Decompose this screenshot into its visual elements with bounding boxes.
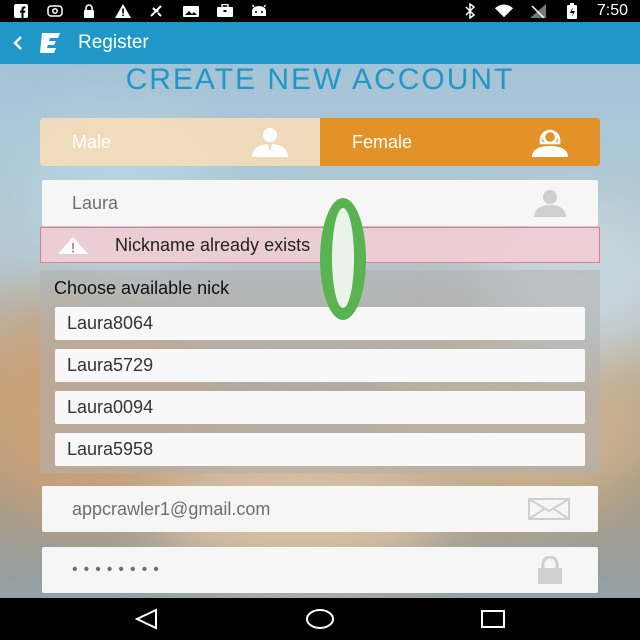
battery-icon — [563, 3, 581, 19]
email-input[interactable] — [72, 498, 512, 520]
signal-icon — [529, 4, 547, 18]
gender-female-label: Female — [352, 131, 413, 152]
touch-indicator — [320, 198, 366, 320]
navigation-bar — [0, 598, 640, 640]
email-field[interactable] — [42, 486, 598, 532]
gender-male-button[interactable]: Male — [40, 118, 320, 166]
app-logo-icon — [40, 33, 60, 53]
app-logo[interactable] — [36, 28, 66, 58]
warning-icon — [114, 4, 132, 18]
warning-icon — [58, 237, 88, 254]
nickname-suggestion-item[interactable]: Laura5958 — [55, 433, 585, 466]
status-bar-notifications — [12, 4, 268, 18]
briefcase-icon — [216, 4, 234, 18]
nickname-input[interactable] — [72, 192, 512, 214]
password-input[interactable]: •••••••• — [72, 561, 165, 579]
status-bar: 7:50 — [0, 0, 640, 22]
nav-back-button[interactable] — [127, 599, 167, 639]
nav-home-button[interactable] — [300, 599, 340, 639]
person-icon — [534, 190, 566, 217]
envelope-icon — [528, 498, 570, 520]
nickname-error-text: Nickname already exists — [115, 234, 311, 255]
page-title: CREATE NEW ACCOUNT — [125, 63, 515, 96]
nickname-suggestions-label: Choose available nick — [54, 278, 230, 298]
home-circle-icon — [305, 609, 334, 629]
satellite-icon — [148, 4, 166, 18]
nickname-suggestion-item[interactable]: Laura0094 — [55, 391, 585, 424]
gender-selector: Male Female — [40, 118, 600, 166]
facebook-icon — [12, 4, 30, 18]
register-form: CREATE NEW ACCOUNT Male Female Laura Nic… — [0, 64, 640, 598]
nickname-field[interactable] — [42, 180, 598, 226]
nickname-suggestions-panel: Choose available nick Laura8064 Laura572… — [40, 270, 600, 473]
instagram-icon — [46, 4, 64, 18]
action-bar: Register — [0, 22, 640, 64]
bluetooth-icon — [461, 3, 479, 19]
android-icon — [250, 4, 268, 18]
action-bar-title: Register — [78, 32, 149, 53]
gender-male-label: Male — [72, 131, 112, 152]
female-avatar-icon — [532, 129, 568, 157]
lock-icon — [538, 556, 562, 584]
status-bar-time: 7:50 — [596, 2, 628, 19]
nickname-suggestion-item[interactable]: Laura5729 — [55, 349, 585, 382]
nav-recents-button[interactable] — [473, 599, 513, 639]
back-button[interactable] — [4, 22, 32, 64]
password-field[interactable]: •••••••• — [42, 547, 598, 593]
male-avatar-icon — [252, 128, 288, 157]
wifi-icon — [494, 4, 513, 18]
back-triangle-icon — [134, 608, 157, 630]
lock-icon — [80, 4, 98, 18]
status-bar-system: 7:50 — [461, 2, 628, 20]
nickname-suggestion-item[interactable]: Laura8064 — [55, 307, 585, 340]
recents-square-icon — [481, 610, 506, 628]
chevron-left-icon — [13, 36, 22, 50]
photo-icon — [182, 4, 200, 18]
gender-female-button[interactable]: Female — [320, 118, 600, 166]
